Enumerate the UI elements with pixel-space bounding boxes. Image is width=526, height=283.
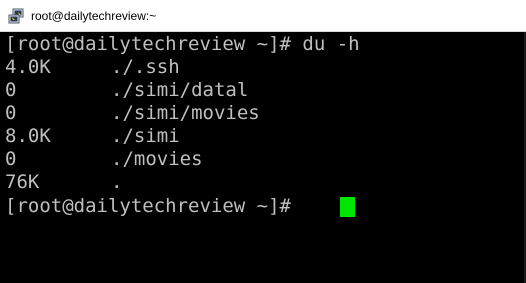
output-line: 0 ./simi/movies: [5, 102, 260, 125]
putty-icon: [8, 8, 24, 24]
output-size: 4.0K: [5, 56, 51, 78]
prompt-line: [root@dailytechreview ~]#: [5, 195, 303, 217]
output-path: ./movies: [111, 148, 203, 170]
output-path: ./simi/movies: [111, 102, 260, 124]
window-title: root@dailytechreview:~: [31, 9, 157, 23]
command-line: [root@dailytechreview ~]# du -h: [5, 33, 360, 55]
output-size: 0: [5, 79, 17, 101]
output-size: 8.0K: [5, 125, 51, 147]
terminal-window[interactable]: root@dailytechreview:~ [root@dailytechre…: [0, 0, 526, 283]
terminal-screen[interactable]: [root@dailytechreview ~]# du -h 4.0K ./.s…: [0, 32, 526, 283]
text-cursor: [340, 197, 355, 217]
output-path: ./simi/datal: [111, 79, 249, 101]
output-line: 0 ./simi/datal: [5, 79, 248, 102]
output-path: ./simi: [111, 125, 180, 147]
output-size: 76K: [5, 171, 40, 193]
output-line: 76K.: [5, 171, 122, 194]
output-line: 4.0K ./.ssh: [5, 56, 180, 79]
output-path: .: [111, 171, 123, 193]
output-size: 0: [5, 148, 17, 170]
title-bar[interactable]: root@dailytechreview:~: [0, 0, 526, 32]
output-line: 0 ./movies: [5, 148, 203, 171]
output-line: 8.0K ./simi: [5, 125, 180, 148]
output-size: 0: [5, 102, 17, 124]
output-path: ./.ssh: [111, 56, 180, 78]
